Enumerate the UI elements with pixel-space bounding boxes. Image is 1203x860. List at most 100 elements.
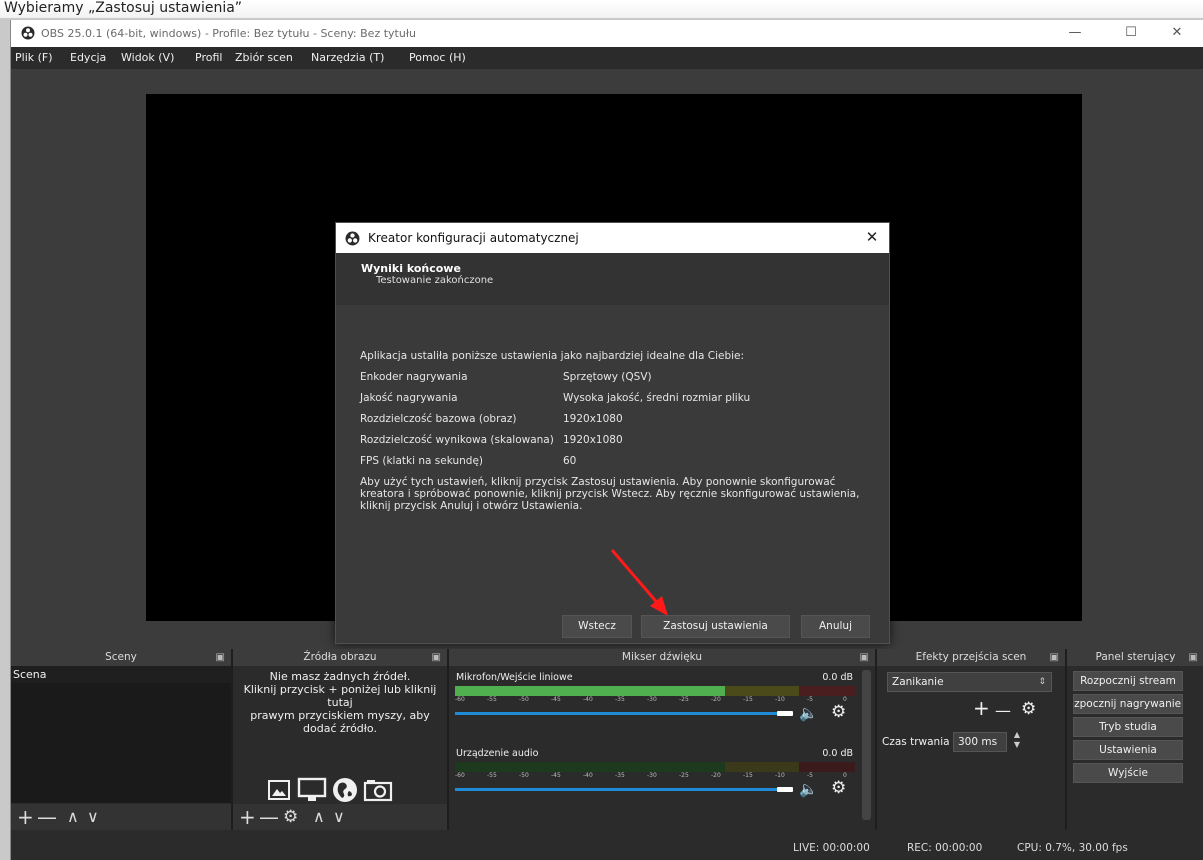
meter-zone (725, 762, 799, 772)
menu-help[interactable]: Pomoc (H) (409, 51, 466, 64)
updown-icon: ⇕ (1038, 677, 1046, 687)
meter-tick: -20 (711, 696, 721, 703)
empty-message-line: Kliknij przycisk + poniżej lub kliknij (243, 683, 437, 696)
setting-label: Rozdzielczość wynikowa (skalowana) (360, 434, 554, 446)
dialog-subheading: Testowanie zakończone (376, 275, 494, 286)
mixer-dock-title: Mikser dźwięku (621, 651, 703, 663)
apply-settings-button[interactable]: Zastosuj ustawienia (641, 615, 790, 638)
duration-spinner-icon[interactable]: ▲ ▼ (1010, 730, 1024, 752)
menu-profile[interactable]: Profil (195, 51, 222, 64)
sources-empty-message[interactable]: Nie masz żadnych źródeł. Kliknij przycis… (233, 670, 447, 735)
mixer-channel-name: Urządzenie audio (456, 748, 539, 759)
menu-tools[interactable]: Narzędzia (T) (311, 51, 384, 64)
dialog-titlebar: Kreator konfiguracji automatycznej ✕ (336, 223, 889, 253)
setting-label: FPS (klatki na sekundę) (360, 455, 484, 467)
undock-icon[interactable]: ▣ (216, 649, 225, 666)
speaker-icon[interactable]: 🔈 (799, 705, 818, 721)
close-window-button[interactable]: ✕ (1154, 20, 1200, 47)
start-stream-button[interactable]: Rozpocznij stream (1073, 671, 1183, 691)
source-properties-icon[interactable]: ⚙ (283, 806, 298, 828)
add-transition-icon[interactable]: + (973, 698, 990, 718)
menu-scene-collection[interactable]: Zbiór scen (235, 51, 293, 64)
undock-icon[interactable]: ▣ (1050, 649, 1059, 666)
meter-tick: -30 (647, 696, 657, 703)
remove-scene-icon[interactable]: — (37, 806, 57, 828)
add-source-icon[interactable]: + (239, 806, 256, 828)
cancel-button[interactable]: Anuluj (801, 615, 870, 638)
video-capture-icon (363, 780, 393, 802)
setting-value: 1920x1080 (563, 434, 623, 446)
dialog-note: Aby użyć tych ustawień, kliknij przycisk… (360, 476, 860, 512)
speaker-icon[interactable]: 🔈 (799, 781, 818, 797)
menu-file[interactable]: Plik (F) (15, 51, 53, 64)
undock-icon[interactable]: ▣ (432, 649, 441, 666)
maximize-button[interactable]: ☐ (1108, 20, 1154, 47)
browser-source-icon (333, 778, 357, 802)
settings-button[interactable]: Ustawienia (1073, 740, 1183, 760)
mixer-channel-db: 0.0 dB (822, 748, 853, 759)
obs-window: OBS 25.0.1 (64-bit, windows) - Profile: … (10, 20, 1203, 860)
results-intro: Aplikacja ustaliła poniższe ustawienia j… (360, 350, 745, 362)
transition-select[interactable]: Zanikanie ⇕ (887, 672, 1052, 692)
volume-slider-handle[interactable] (777, 787, 793, 792)
duration-label: Czas trwania (882, 736, 950, 748)
empty-message-line: Nie masz żadnych źródeł. (269, 670, 411, 683)
scene-list-item[interactable]: Scena (11, 666, 231, 683)
gear-icon[interactable]: ⚙ (831, 704, 846, 721)
sources-toolbar: + — ⚙ ∧ ∨ (233, 804, 447, 830)
back-button[interactable]: Wstecz (562, 615, 632, 638)
minimize-button[interactable]: — (1052, 20, 1098, 47)
meter-tick: -60 (455, 772, 465, 779)
meter-zone (799, 686, 855, 696)
menu-edit[interactable]: Edycja (70, 51, 106, 64)
setting-value: Wysoka jakość, średni rozmiar pliku (563, 392, 751, 404)
controls-dock-title: Panel sterujący (1095, 651, 1176, 663)
sources-dock-header: Źródła obrazu ▣ (233, 649, 449, 666)
mixer-scrollbar[interactable] (862, 670, 871, 820)
studio-mode-button[interactable]: Tryb studia (1073, 717, 1183, 737)
obs-logo-icon (21, 26, 35, 40)
transitions-dock: Zanikanie ⇕ + — ⚙ Czas trwania 300 ms ▲ ▼ (877, 666, 1067, 830)
window-titlebar: OBS 25.0.1 (64-bit, windows) - Profile: … (11, 20, 1203, 47)
transitions-dock-header: Efekty przejścia scen ▣ (877, 649, 1067, 666)
empty-message-line: tutaj (327, 696, 353, 709)
meter-zone (799, 762, 855, 772)
volume-slider[interactable] (455, 788, 785, 791)
scenes-toolbar: + — ∧ ∨ (11, 804, 231, 830)
dialog-close-button[interactable]: ✕ (861, 226, 883, 248)
rec-status: REC: 00:00:00 (907, 842, 983, 854)
meter-tick: -25 (679, 772, 689, 779)
meter-tick: -35 (615, 772, 625, 779)
setting-value: Sprzętowy (QSV) (563, 371, 652, 383)
controls-dock-header: Panel sterujący ▣ (1067, 649, 1203, 666)
move-down-icon[interactable]: ∨ (333, 806, 345, 828)
transition-properties-icon[interactable]: ⚙ (1021, 700, 1036, 718)
volume-slider[interactable] (455, 712, 785, 715)
menu-view[interactable]: Widok (V) (121, 51, 174, 64)
status-bar: LIVE: 00:00:00 REC: 00:00:00 CPU: 0.7%, … (11, 832, 1203, 860)
meter-tick: -20 (711, 772, 721, 779)
meter-ticks: -60 -55 -50 -45 -40 -35 -30 -25 -20 -15 … (455, 696, 855, 706)
meter-tick: -55 (487, 772, 497, 779)
start-recording-button[interactable]: Rozpocznij nagrywanie (1073, 694, 1183, 714)
gear-icon[interactable]: ⚙ (831, 780, 846, 797)
setting-label: Rozdzielczość bazowa (obraz) (360, 413, 517, 425)
remove-transition-icon[interactable]: — (995, 702, 1011, 720)
meter-tick: -5 (807, 696, 813, 703)
move-up-icon[interactable]: ∧ (313, 806, 325, 828)
source-type-icons (267, 776, 417, 804)
sources-dock-title: Źródła obrazu (303, 651, 377, 663)
image-source-icon (268, 780, 290, 800)
exit-button[interactable]: Wyjście (1073, 763, 1183, 783)
volume-slider-handle[interactable] (777, 711, 793, 716)
meter-tick: -25 (679, 696, 689, 703)
move-up-icon[interactable]: ∧ (67, 806, 79, 828)
scene-list[interactable] (11, 683, 231, 803)
undock-icon[interactable]: ▣ (1189, 649, 1198, 666)
duration-input[interactable]: 300 ms (953, 732, 1007, 752)
scenes-dock-title: Sceny (105, 651, 137, 663)
move-down-icon[interactable]: ∨ (87, 806, 99, 828)
undock-icon[interactable]: ▣ (860, 649, 869, 666)
add-scene-icon[interactable]: + (17, 806, 34, 828)
remove-source-icon[interactable]: — (259, 806, 279, 828)
